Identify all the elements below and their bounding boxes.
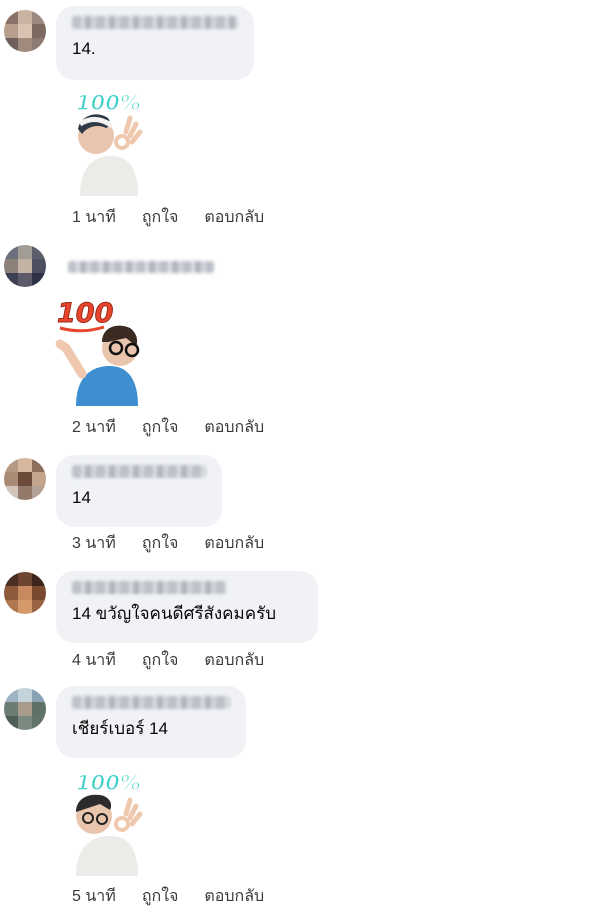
comment-time[interactable]: 1 นาที bbox=[72, 205, 116, 230]
like-link[interactable]: ถูกใจ bbox=[142, 648, 179, 673]
comment-text: เชียร์เบอร์ 14 bbox=[72, 719, 169, 738]
like-link[interactable]: ถูกใจ bbox=[142, 205, 179, 230]
like-link[interactable]: ถูกใจ bbox=[142, 415, 179, 440]
comment-text: 14. bbox=[72, 39, 96, 58]
avatar[interactable] bbox=[4, 458, 46, 500]
comment-time[interactable]: 4 นาที bbox=[72, 648, 116, 673]
sticker-100-percent-ok-hand: 100% bbox=[75, 770, 143, 876]
svg-text:100%: 100% bbox=[76, 91, 141, 115]
commenter-name[interactable] bbox=[72, 16, 238, 29]
sticker-100-percent-ok-hand: 100% bbox=[75, 90, 143, 196]
comment-time[interactable]: 2 นาที bbox=[72, 415, 116, 440]
svg-text:100: 100 bbox=[57, 298, 113, 329]
comment-actions: 4 นาที ถูกใจ ตอบกลับ bbox=[72, 648, 290, 673]
comment-bubble: เชียร์เบอร์ 14 bbox=[56, 686, 246, 758]
comment-actions: 2 นาที ถูกใจ ตอบกลับ bbox=[72, 415, 290, 440]
avatar[interactable] bbox=[4, 10, 46, 52]
avatar[interactable] bbox=[4, 245, 46, 287]
like-link[interactable]: ถูกใจ bbox=[142, 884, 179, 909]
sticker-100-pointing: 100 bbox=[55, 298, 140, 406]
comment-text: 14 bbox=[72, 488, 91, 507]
comment-text: 14 ขวัญใจคนดีศรีสังคมครับ bbox=[72, 604, 277, 623]
comment-bubble: 14 ขวัญใจคนดีศรีสังคมครับ bbox=[56, 571, 318, 643]
commenter-name[interactable] bbox=[72, 581, 226, 594]
avatar[interactable] bbox=[4, 688, 46, 730]
avatar[interactable] bbox=[4, 572, 46, 614]
comment-bubble: 14 bbox=[56, 455, 222, 527]
like-link[interactable]: ถูกใจ bbox=[142, 531, 179, 556]
comment-bubble: 14. bbox=[56, 6, 254, 80]
reply-link[interactable]: ตอบกลับ bbox=[204, 415, 264, 440]
reply-link[interactable]: ตอบกลับ bbox=[204, 205, 264, 230]
comment-time[interactable]: 5 นาที bbox=[72, 884, 116, 909]
comment-time[interactable]: 3 นาที bbox=[72, 531, 116, 556]
comment-actions: 1 นาที ถูกใจ ตอบกลับ bbox=[72, 205, 290, 230]
comment-actions: 5 นาที ถูกใจ ตอบกลับ bbox=[72, 884, 290, 909]
commenter-name[interactable] bbox=[72, 696, 230, 709]
reply-link[interactable]: ตอบกลับ bbox=[204, 884, 264, 909]
reply-link[interactable]: ตอบกลับ bbox=[204, 531, 264, 556]
commenter-name[interactable] bbox=[68, 261, 214, 273]
comment-actions: 3 นาที ถูกใจ ตอบกลับ bbox=[72, 531, 290, 556]
svg-text:100%: 100% bbox=[76, 771, 141, 795]
commenter-name[interactable] bbox=[72, 465, 206, 478]
reply-link[interactable]: ตอบกลับ bbox=[204, 648, 264, 673]
